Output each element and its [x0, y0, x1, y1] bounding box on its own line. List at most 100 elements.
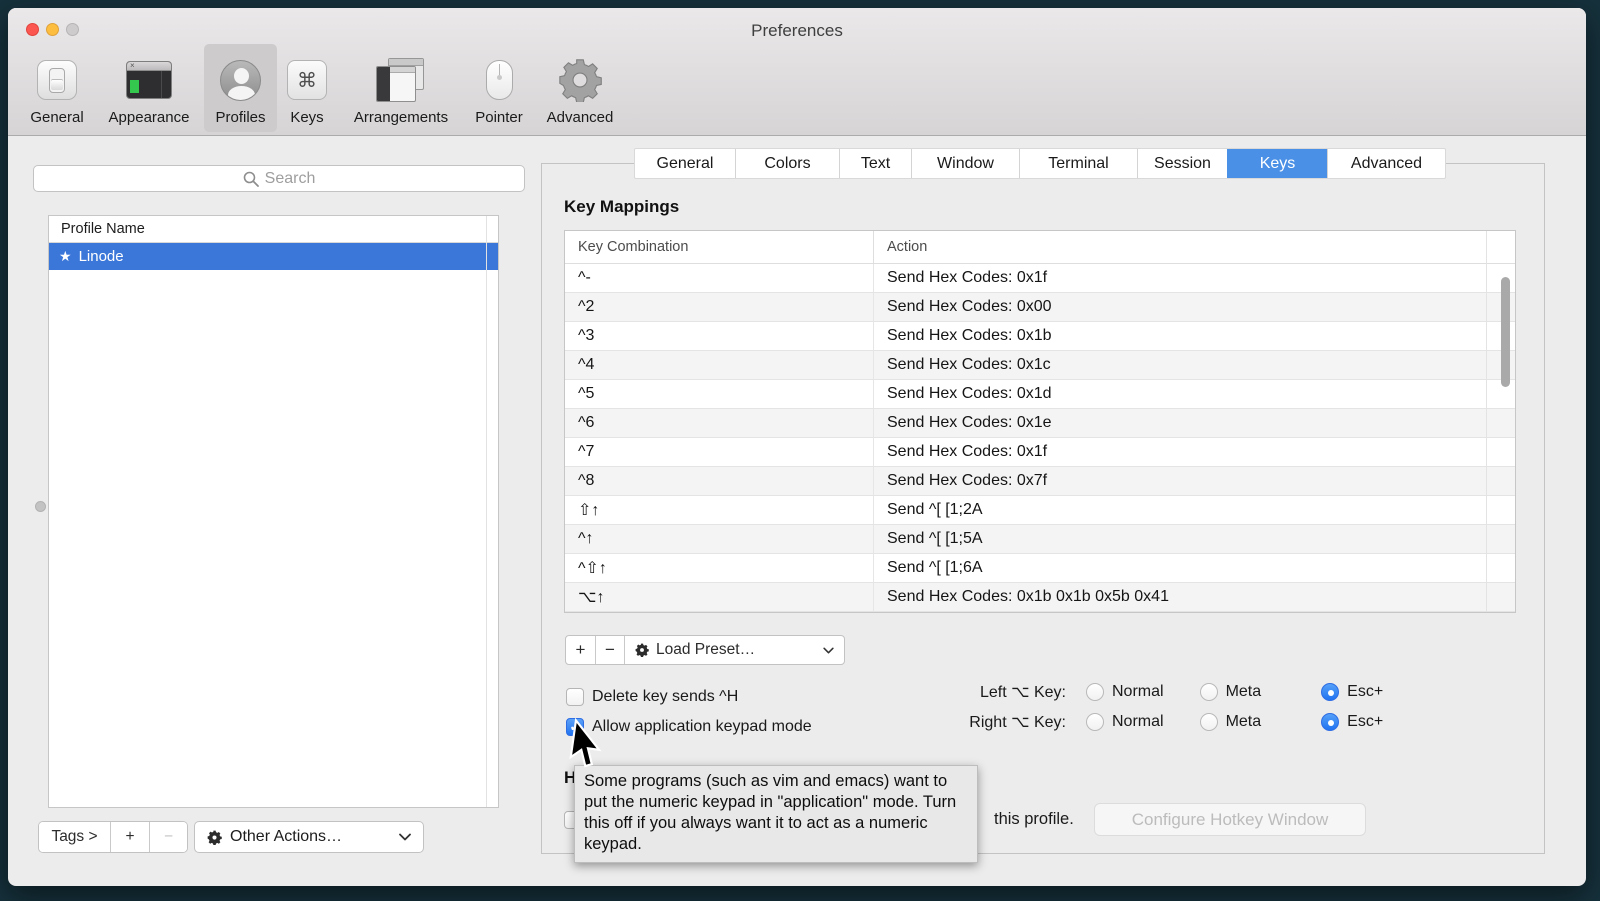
key-mappings-table: Key Combination Action ^-Send Hex Codes:… — [564, 230, 1516, 613]
delete-key-label: Delete key sends ^H — [592, 688, 738, 706]
key-combination-cell: ^3 — [565, 322, 874, 350]
radio-button-icon[interactable] — [1200, 683, 1218, 701]
action-cell: Send ^[ [1;2A — [874, 501, 1515, 519]
radio-button-icon[interactable] — [1321, 713, 1339, 731]
action-cell: Send Hex Codes: 0x1f — [874, 443, 1515, 461]
chevron-down-icon — [823, 647, 834, 654]
key-mappings-body: ^-Send Hex Codes: 0x1f^2Send Hex Codes: … — [565, 264, 1515, 612]
radio-label: Normal — [1112, 713, 1164, 731]
left-radio-normal[interactable]: Normal — [1086, 683, 1164, 701]
keypad-mode-label: Allow application keypad mode — [592, 718, 812, 736]
profile-row-linode[interactable]: ★ Linode — [49, 243, 498, 270]
profile-list-header: Profile Name — [49, 216, 498, 243]
search-icon — [243, 171, 259, 187]
table-row[interactable]: ^5Send Hex Codes: 0x1d — [565, 380, 1515, 409]
table-row[interactable]: ^4Send Hex Codes: 0x1c — [565, 351, 1515, 380]
radio-button-icon[interactable] — [1086, 713, 1104, 731]
radio-button-icon[interactable] — [1200, 713, 1218, 731]
left-radio-esc[interactable]: Esc+ — [1321, 683, 1383, 701]
right-option-key-row: Right ⌥ Key: Normal Meta Esc+ — [894, 709, 1383, 735]
remove-mapping-button[interactable]: − — [595, 636, 624, 664]
tab-session[interactable]: Session — [1137, 149, 1227, 178]
table-row[interactable]: ^2Send Hex Codes: 0x00 — [565, 293, 1515, 322]
hotkey-profile-text: this profile. — [994, 810, 1074, 829]
splitter-handle[interactable] — [35, 501, 46, 512]
window-title: Preferences — [8, 21, 1586, 41]
tab-terminal[interactable]: Terminal — [1019, 149, 1137, 178]
key-mappings-header: Key Combination Action — [565, 231, 1515, 264]
profile-list: Profile Name ★ Linode — [48, 215, 499, 808]
command-key-icon: ⌘ — [287, 54, 327, 106]
toolbar-item-general[interactable]: General — [25, 44, 89, 132]
configure-hotkey-window-button: Configure Hotkey Window — [1094, 803, 1366, 836]
table-row[interactable]: ^↑Send ^[ [1;5A — [565, 525, 1515, 554]
add-mapping-button[interactable]: + — [566, 636, 595, 664]
table-row[interactable]: ^⇧↑Send ^[ [1;6A — [565, 554, 1515, 583]
gear-icon — [558, 54, 602, 106]
table-row[interactable]: ^6Send Hex Codes: 0x1e — [565, 409, 1515, 438]
key-combination-cell: ^8 — [565, 467, 874, 495]
left-option-key-row: Left ⌥ Key: Normal Meta Esc+ — [894, 679, 1383, 705]
table-row[interactable]: ^8Send Hex Codes: 0x7f — [565, 467, 1515, 496]
tab-keys[interactable]: Keys — [1227, 149, 1327, 178]
general-icon — [37, 54, 77, 106]
right-radio-normal[interactable]: Normal — [1086, 713, 1164, 731]
table-row[interactable]: ^7Send Hex Codes: 0x1f — [565, 438, 1515, 467]
mouse-cursor — [569, 718, 603, 772]
search-input[interactable]: Search — [33, 165, 525, 192]
action-cell: Send ^[ [1;6A — [874, 559, 1515, 577]
action-cell: Send Hex Codes: 0x1d — [874, 385, 1515, 403]
other-actions-dropdown[interactable]: Other Actions… — [194, 821, 424, 853]
table-row[interactable]: ⇧↑Send ^[ [1;2A — [565, 496, 1515, 525]
keypad-tooltip: Some programs (such as vim and emacs) wa… — [574, 765, 978, 863]
action-cell: Send Hex Codes: 0x1f — [874, 269, 1515, 287]
table-row[interactable]: ^3Send Hex Codes: 0x1b — [565, 322, 1515, 351]
right-option-key-label: Right ⌥ Key: — [894, 712, 1066, 732]
key-mapping-actions: + − Load Preset… — [565, 635, 845, 665]
key-combination-cell: ^2 — [565, 293, 874, 321]
radio-button-icon[interactable] — [1086, 683, 1104, 701]
tab-colors[interactable]: Colors — [735, 149, 839, 178]
radio-label: Esc+ — [1347, 713, 1383, 731]
left-radio-meta[interactable]: Meta — [1200, 683, 1262, 701]
add-profile-button[interactable]: + — [110, 822, 149, 852]
column-key-combination: Key Combination — [565, 231, 874, 263]
profile-tab-bar: GeneralColorsTextWindowTerminalSessionKe… — [635, 149, 1445, 178]
toolbar-item-profiles[interactable]: Profiles — [204, 44, 277, 132]
tab-general[interactable]: General — [635, 149, 735, 178]
star-icon: ★ — [59, 248, 72, 265]
tags-button[interactable]: Tags > — [39, 822, 110, 852]
delete-key-checkbox[interactable] — [566, 688, 584, 706]
right-radio-esc[interactable]: Esc+ — [1321, 713, 1383, 731]
remove-profile-button[interactable]: − — [149, 822, 187, 852]
vertical-scrollbar[interactable] — [1501, 277, 1510, 387]
toolbar-item-pointer[interactable]: Pointer — [468, 44, 530, 132]
gear-icon — [635, 643, 649, 657]
left-option-key-label: Left ⌥ Key: — [894, 682, 1066, 702]
toolbar-item-keys[interactable]: ⌘ Keys — [282, 44, 332, 132]
action-cell: Send Hex Codes: 0x1b 0x1b 0x5b 0x41 — [874, 588, 1515, 606]
load-preset-dropdown[interactable]: Load Preset… — [624, 636, 844, 664]
tab-text[interactable]: Text — [839, 149, 911, 178]
profile-name: Linode — [79, 248, 124, 265]
radio-button-icon[interactable] — [1321, 683, 1339, 701]
tab-advanced[interactable]: Advanced — [1327, 149, 1445, 178]
chevron-down-icon — [399, 833, 411, 841]
tab-window[interactable]: Window — [911, 149, 1019, 178]
action-cell: Send ^[ [1;5A — [874, 530, 1515, 548]
appearance-icon: × — [126, 54, 172, 106]
arrangements-icon — [376, 54, 426, 106]
key-combination-cell: ^4 — [565, 351, 874, 379]
key-combination-cell: ⇧↑ — [565, 496, 874, 524]
key-mappings-heading: Key Mappings — [564, 197, 679, 217]
window-chrome: Preferences General × Appearance Profile… — [8, 8, 1586, 136]
toolbar-item-appearance[interactable]: × Appearance — [100, 44, 198, 132]
toolbar-item-advanced[interactable]: Advanced — [538, 44, 622, 132]
toolbar-item-arrangements[interactable]: Arrangements — [341, 44, 461, 132]
key-combination-cell: ^5 — [565, 380, 874, 408]
right-radio-meta[interactable]: Meta — [1200, 713, 1262, 731]
table-row[interactable]: ⌥↑Send Hex Codes: 0x1b 0x1b 0x5b 0x41 — [565, 583, 1515, 612]
screen: { "window": { "title": "Preferences" }, … — [0, 0, 1600, 901]
radio-label: Esc+ — [1347, 683, 1383, 701]
table-row[interactable]: ^-Send Hex Codes: 0x1f — [565, 264, 1515, 293]
